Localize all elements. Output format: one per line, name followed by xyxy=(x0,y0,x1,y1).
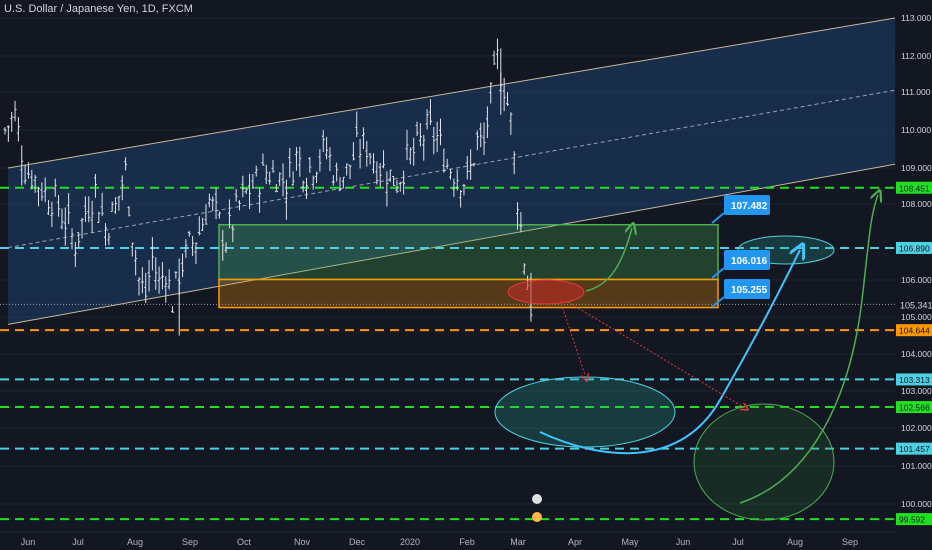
event-marker-icon xyxy=(532,494,542,504)
price-badge-label: 106.890 xyxy=(899,243,930,253)
x-tick-label: Jun xyxy=(676,537,691,547)
event-marker-icon xyxy=(532,512,542,522)
y-tick-label: 103.000 xyxy=(901,386,932,396)
y-tick-label: 108.000 xyxy=(901,199,932,209)
y-tick-label: 112.000 xyxy=(901,51,931,61)
zone-callout-pointer xyxy=(711,212,725,224)
x-tick-label: Apr xyxy=(568,537,582,547)
x-tick-label: Sep xyxy=(182,537,198,547)
x-tick-label: Aug xyxy=(127,537,143,547)
price-badge-label: 99.592 xyxy=(899,515,925,525)
y-tick-label: 106.000 xyxy=(901,275,932,285)
zone-callout-label: 107.482 xyxy=(731,201,768,212)
price-badge-label: 104.644 xyxy=(899,326,930,336)
y-tick-label: 113.000 xyxy=(901,13,931,23)
x-tick-label: Jul xyxy=(732,537,744,547)
x-tick-label: Dec xyxy=(349,537,366,547)
price-badge-label: 101.457 xyxy=(899,444,930,454)
x-tick-label: Oct xyxy=(237,537,252,547)
price-badge-label: 108.451 xyxy=(899,183,930,193)
support-ellipse xyxy=(494,376,676,448)
x-tick-label: Jul xyxy=(72,537,84,547)
zone-callout-label: 105.255 xyxy=(731,285,768,296)
x-tick-label: 2020 xyxy=(400,537,420,547)
x-tick-label: Feb xyxy=(459,537,475,547)
y-tick-label: 111.000 xyxy=(901,87,931,97)
usdjpy-chart[interactable]: 108.451 106.890 105.341 104.644 103.313 102.5… xyxy=(0,0,932,550)
green-zone xyxy=(218,223,719,281)
y-tick-label: 104.000 xyxy=(901,349,932,359)
y-tick-label: 109.000 xyxy=(901,163,932,173)
x-tick-label: Aug xyxy=(787,537,803,547)
y-tick-label: 100.000 xyxy=(901,499,932,509)
y-tick-label: 110.000 xyxy=(901,125,931,135)
reaction-ellipse xyxy=(507,279,585,305)
x-tick-label: Nov xyxy=(294,537,311,547)
x-tick-label: Sep xyxy=(842,537,858,547)
x-tick-label: Mar xyxy=(510,537,526,547)
orange-zone xyxy=(218,278,719,309)
y-tick-label: 102.000 xyxy=(901,423,932,433)
x-tick-label: Jun xyxy=(21,537,36,547)
y-tick-label: 105.000 xyxy=(901,312,932,322)
price-badge-label: 105.341 xyxy=(900,300,932,310)
deep-support-ellipse xyxy=(693,403,835,521)
price-badge-label: 103.313 xyxy=(899,375,930,385)
price-badge-label: 102.566 xyxy=(899,403,930,413)
y-tick-label: 101.000 xyxy=(901,461,932,471)
zone-callout-label: 106.016 xyxy=(731,256,768,267)
drop-arrow xyxy=(559,299,586,378)
x-tick-label: May xyxy=(621,537,639,547)
